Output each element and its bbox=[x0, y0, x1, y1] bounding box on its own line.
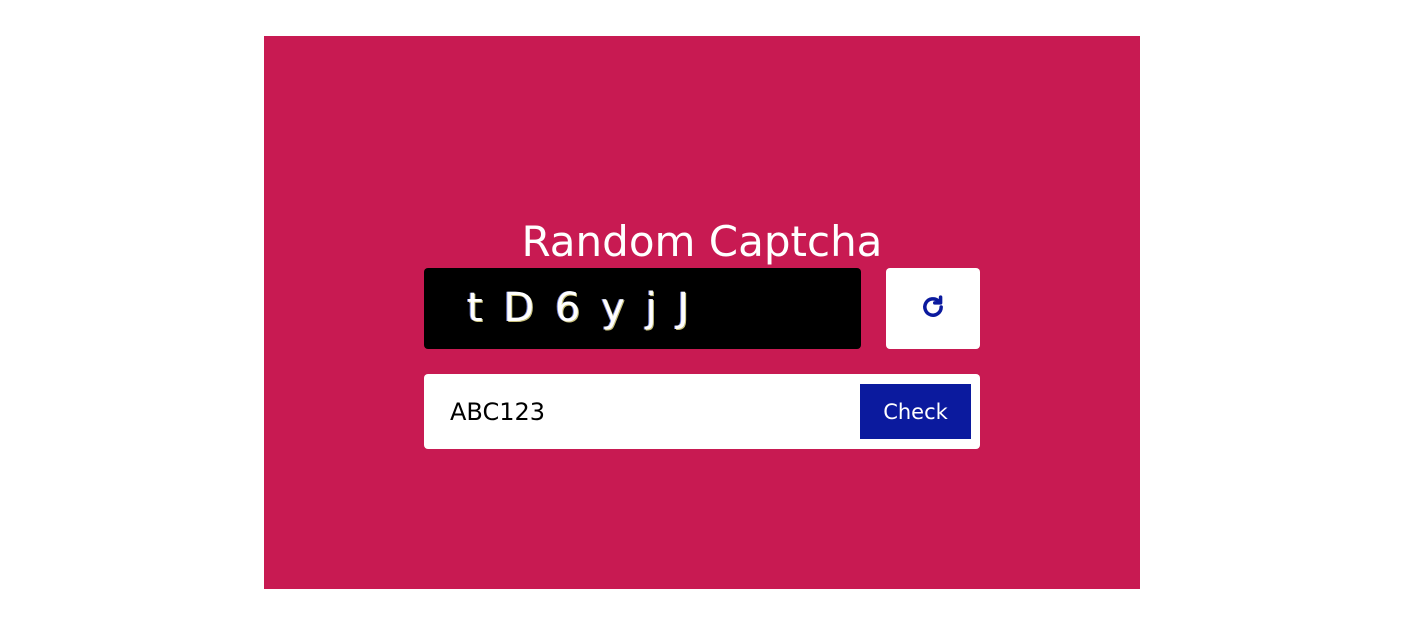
captcha-text: t D 6 y j J bbox=[467, 285, 694, 331]
page-title: Random Captcha bbox=[521, 217, 883, 266]
captcha-panel: Random Captcha t D 6 y j J Check bbox=[264, 36, 1140, 589]
captcha-input[interactable] bbox=[424, 374, 854, 449]
captcha-input-group: Check bbox=[424, 374, 980, 449]
refresh-captcha-button[interactable] bbox=[886, 268, 980, 349]
check-button[interactable]: Check bbox=[860, 384, 971, 439]
refresh-icon bbox=[919, 293, 947, 324]
captcha-display: t D 6 y j J bbox=[424, 268, 861, 349]
